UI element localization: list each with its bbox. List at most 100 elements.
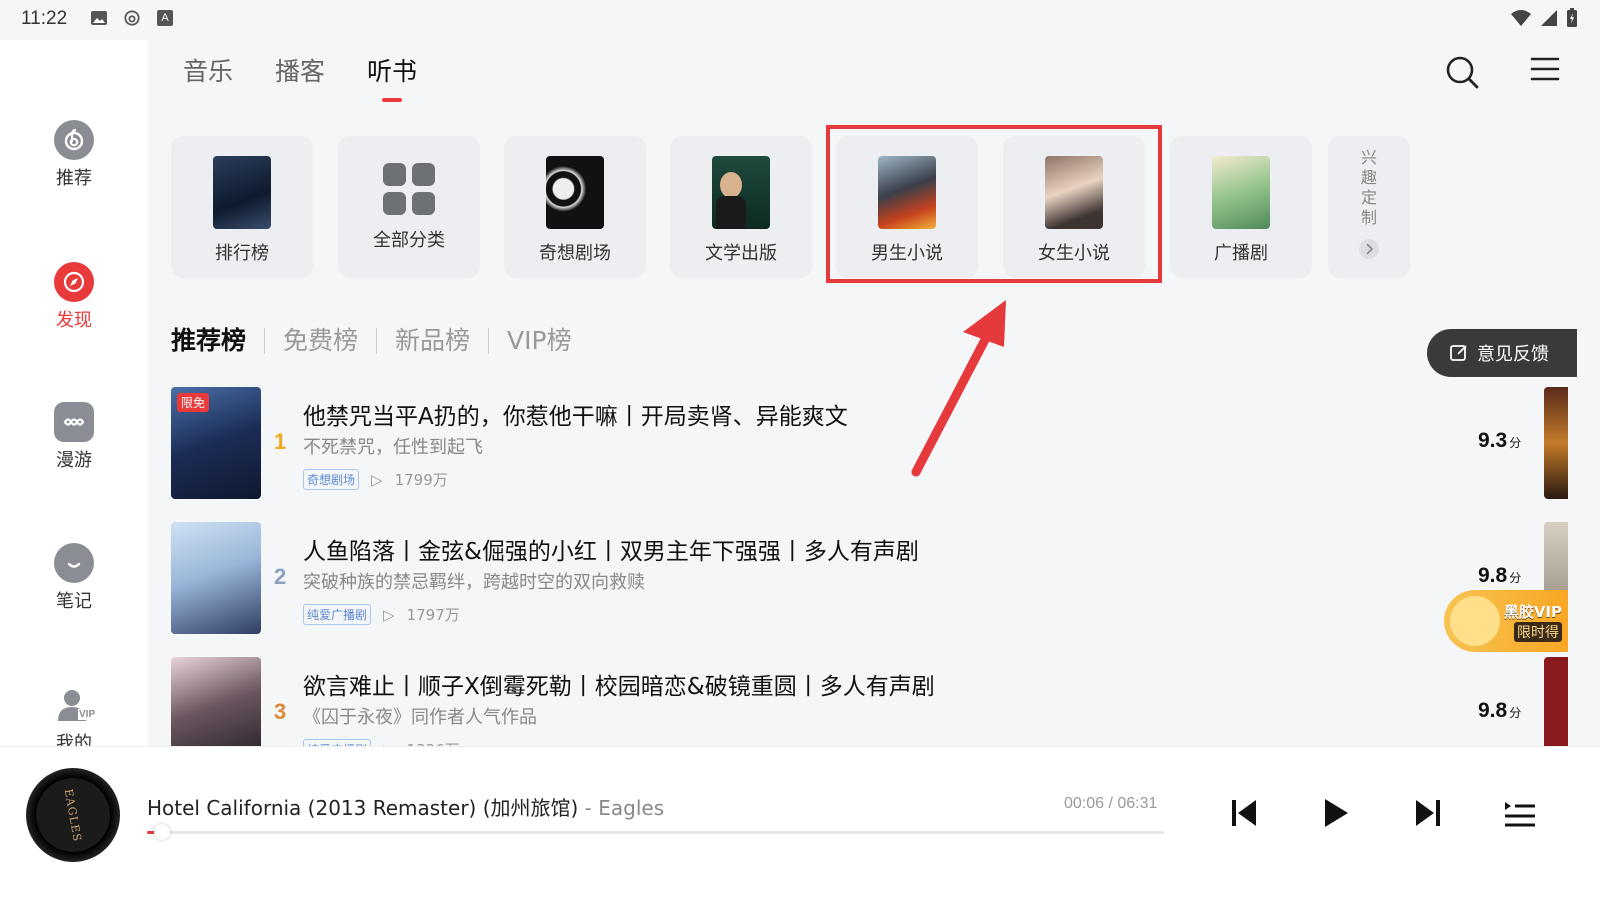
netease-music-icon — [54, 120, 94, 160]
item-tag: 纯爱广播剧 — [303, 604, 372, 625]
rank-tabs: 推荐榜 免费榜 新品榜 VIP榜 — [171, 328, 590, 354]
next-button[interactable] — [1410, 795, 1446, 831]
tab-music[interactable]: 音乐 — [183, 52, 233, 88]
skip-next-icon — [1416, 800, 1440, 826]
play-icon: ▷ — [371, 470, 383, 489]
item-tag: 奇想剧场 — [303, 469, 360, 490]
rank-tab-new[interactable]: 新品榜 — [376, 328, 488, 354]
score-unit: 分 — [1509, 436, 1522, 450]
score-value: 9.3 — [1478, 429, 1508, 452]
playback-time: 00:06 / 06:31 — [1064, 795, 1158, 812]
album-disc[interactable]: EAGLES — [26, 768, 120, 862]
rank-tab-free[interactable]: 免费榜 — [264, 328, 376, 354]
wifi-icon — [1511, 10, 1531, 26]
netease-notify-icon — [124, 10, 140, 26]
discover-icon — [54, 262, 94, 302]
notes-icon — [54, 543, 94, 583]
category-label: 奇想剧场 — [539, 243, 611, 264]
nav-label-notes: 笔记 — [56, 591, 92, 612]
signal-icon — [1541, 10, 1557, 26]
category-radio-drama[interactable]: 广播剧 — [1170, 136, 1312, 278]
player-controls — [1226, 795, 1538, 831]
chevron-right-icon — [1359, 239, 1379, 259]
left-nav: 推荐 发现 漫游 笔记 VIP 我的 — [0, 40, 148, 760]
song-title: Hotel California (2013 Remaster) (加州旅馆) — [147, 796, 579, 820]
ranking-cover — [213, 156, 271, 229]
fantasy-theater-cover — [546, 156, 604, 229]
progress-bar[interactable] — [147, 824, 1164, 840]
list-item[interactable]: 2 人鱼陷落丨金弦&倔强的小红丨双男主年下强强丨多人有声剧 突破种族的禁忌羁绊，… — [171, 522, 1561, 642]
feedback-label: 意见反馈 — [1477, 344, 1549, 365]
item-title: 他禁咒当平A扔的，你惹他干嘛丨开局卖肾、异能爽文 — [303, 404, 848, 430]
score-unit: 分 — [1509, 706, 1522, 720]
nav-item-roam[interactable]: 漫游 — [0, 402, 148, 472]
category-label: 排行榜 — [215, 243, 269, 264]
song-artist: Eagles — [598, 796, 665, 820]
nav-label-roam: 漫游 — [56, 450, 92, 471]
rank-tab-vip[interactable]: VIP榜 — [488, 328, 590, 354]
nav-item-discover[interactable]: 发现 — [0, 262, 148, 332]
item-plays: 1797万 — [406, 606, 460, 624]
nav-label-discover: 发现 — [56, 310, 92, 331]
rank-tab-recommend[interactable]: 推荐榜 — [171, 328, 264, 354]
tab-audiobook[interactable]: 听书 — [367, 52, 417, 102]
vip-mini-badge: VIP — [78, 709, 97, 720]
top-actions — [1444, 54, 1560, 90]
vip-promo-line2: 限时得 — [1514, 621, 1562, 642]
progress-knob[interactable] — [154, 824, 171, 840]
tab-podcast[interactable]: 播客 — [275, 52, 325, 88]
top-tabs: 音乐 播客 听书 — [183, 52, 417, 102]
search-icon[interactable] — [1444, 54, 1480, 90]
category-interest-custom[interactable]: 兴趣定制 — [1328, 136, 1410, 278]
category-fantasy-theater[interactable]: 奇想剧场 — [504, 136, 646, 278]
song-info[interactable]: Hotel California (2013 Remaster) (加州旅馆) … — [147, 792, 664, 821]
rank-number: 1 — [274, 429, 287, 454]
nav-item-recommend[interactable]: 推荐 — [0, 120, 148, 190]
item-subtitle: 《囚于永夜》同作者人气作品 — [303, 707, 537, 728]
nav-item-notes[interactable]: 笔记 — [0, 543, 148, 613]
menu-icon[interactable] — [1530, 54, 1560, 84]
playlist-button[interactable] — [1502, 795, 1538, 831]
category-label: 全部分类 — [373, 230, 445, 251]
annotation-highlight-box — [826, 125, 1162, 283]
item-subtitle: 不死禁咒，任性到起飞 — [303, 437, 483, 458]
category-ranking[interactable]: 排行榜 — [171, 136, 313, 278]
free-badge: 限免 — [177, 393, 210, 412]
gallery-icon — [91, 11, 107, 25]
play-icon: ▷ — [383, 605, 395, 624]
rank-number: 3 — [274, 699, 287, 724]
vip-promo-button[interactable]: 黑胶VIP 限时得 — [1444, 590, 1568, 652]
song-separator: - — [578, 796, 599, 820]
status-time: 11:22 — [21, 8, 68, 29]
nav-label-recommend: 推荐 — [56, 168, 92, 189]
player-bar: EAGLES Hotel California (2013 Remaster) … — [0, 746, 1600, 900]
category-all[interactable]: 全部分类 — [338, 136, 480, 278]
grid-icon — [383, 163, 435, 215]
nav-item-my[interactable]: VIP 我的 — [0, 685, 148, 755]
previous-button[interactable] — [1226, 795, 1262, 831]
category-label: 文学出版 — [705, 243, 777, 264]
item-subtitle: 突破种族的禁忌羁绊，跨越时空的双向救赎 — [303, 572, 645, 593]
interest-custom-label: 兴趣定制 — [1360, 148, 1377, 227]
item-meta: 纯爱广播剧 ▷ 1797万 — [303, 604, 460, 625]
play-button[interactable] — [1318, 795, 1354, 831]
edit-icon — [1450, 345, 1467, 361]
vip-promo-line1: 黑胶VIP — [1503, 602, 1562, 621]
literature-cover — [712, 156, 770, 229]
list-item[interactable]: 限免 1 他禁咒当平A扔的，你惹他干嘛丨开局卖肾、异能爽文 不死禁咒，任性到起飞… — [171, 387, 1561, 507]
item-score: 9.3 分 — [1478, 429, 1521, 453]
keyboard-badge-icon: A — [157, 10, 173, 26]
item-score: 9.8 分 — [1478, 564, 1521, 588]
item-plays: 1799万 — [394, 471, 448, 489]
item-meta: 奇想剧场 ▷ 1799万 — [303, 469, 448, 490]
score-unit: 分 — [1509, 571, 1522, 585]
rank-number: 2 — [274, 564, 287, 589]
category-literature[interactable]: 文学出版 — [670, 136, 812, 278]
item-score: 9.8 分 — [1478, 699, 1521, 723]
radio-drama-cover — [1212, 156, 1270, 229]
feedback-button[interactable]: 意见反馈 — [1427, 329, 1577, 377]
score-value: 9.8 — [1478, 699, 1508, 722]
status-bar: 11:22 A — [0, 0, 1600, 40]
battery-icon — [1567, 8, 1577, 27]
category-label: 广播剧 — [1214, 243, 1268, 264]
